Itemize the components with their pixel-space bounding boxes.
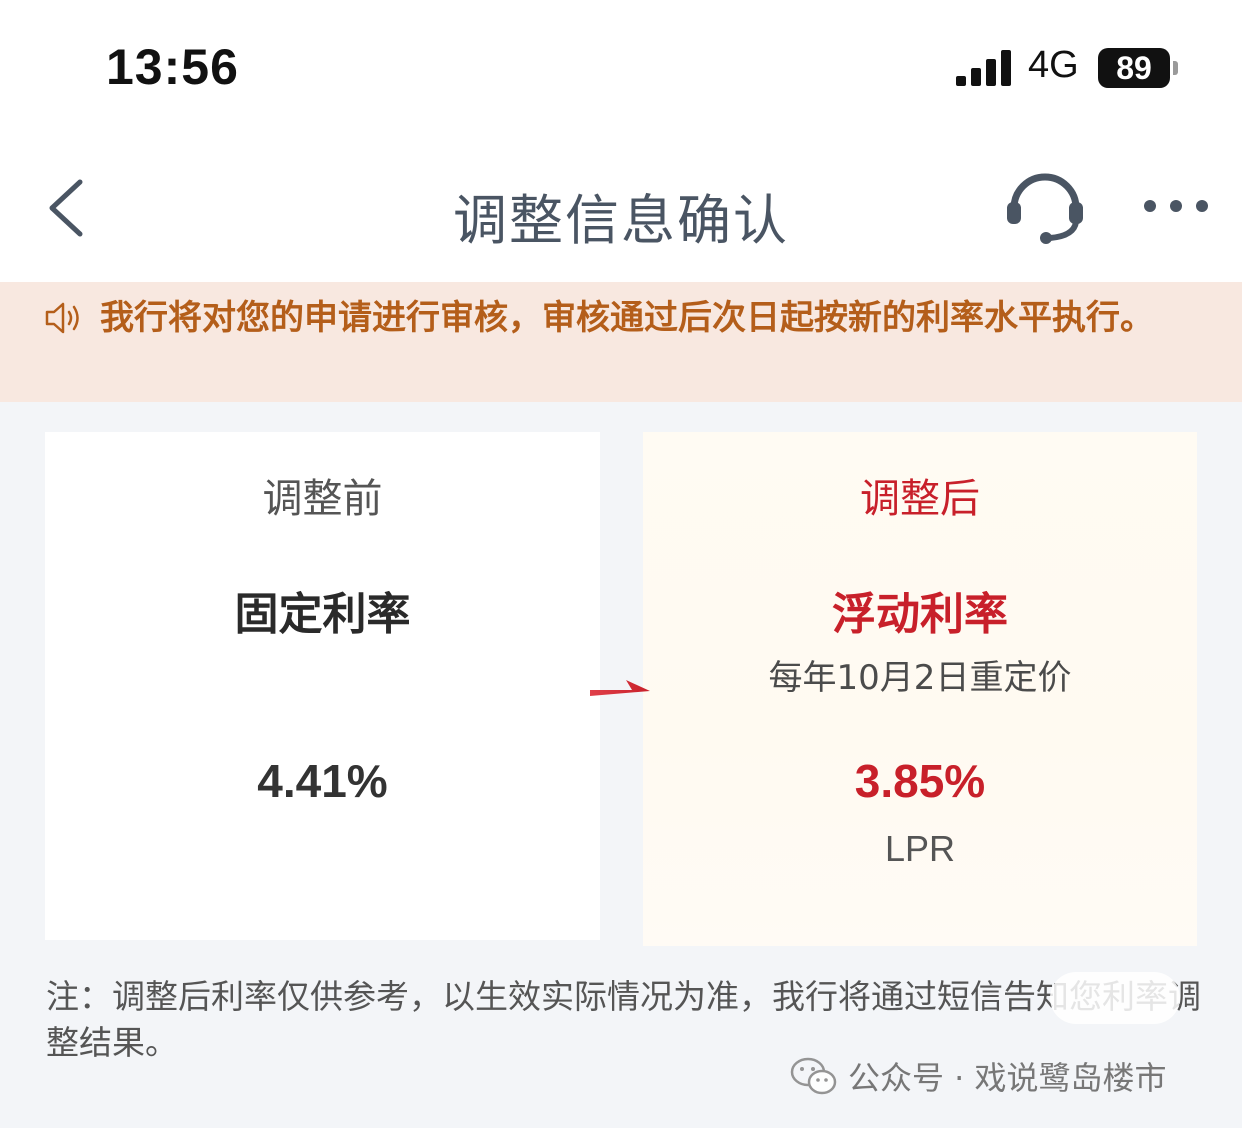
wechat-icon: [790, 1057, 837, 1095]
watermark-overlay: [1050, 972, 1180, 1024]
before-heading: 调整前: [262, 476, 383, 522]
before-rate-value: 4.41%: [257, 755, 388, 807]
before-rate-type: 固定利率: [234, 589, 411, 640]
watermark: 公众号 · 戏说鹭岛楼市: [790, 1056, 1167, 1097]
after-reprice-date: 每年10月2日重定价: [768, 658, 1072, 698]
after-rate-type: 浮动利率: [832, 589, 1008, 640]
after-heading: 调整后: [860, 476, 980, 522]
after-rate-basis: LPR: [884, 828, 956, 869]
after-column: 调整后 浮动利率 每年10月2日重定价 3.85% LPR: [643, 0, 1197, 1128]
watermark-text: 公众号 · 戏说鹭岛楼市: [848, 1059, 1167, 1097]
arrow-right-icon: [590, 680, 650, 696]
before-column: 调整前 固定利率 4.41%: [45, 0, 600, 1128]
after-rate-value: 3.85%: [854, 755, 986, 807]
